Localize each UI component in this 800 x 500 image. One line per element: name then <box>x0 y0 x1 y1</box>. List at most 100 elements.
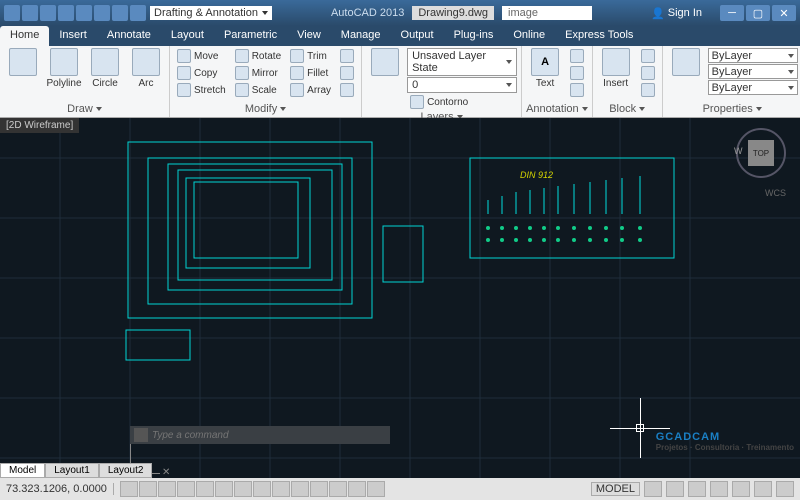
hardware-icon[interactable] <box>732 481 750 497</box>
viewcube-face[interactable]: TOP <box>748 140 774 166</box>
insert-button[interactable]: Insert <box>597 48 635 102</box>
modelspace-button[interactable]: MODEL <box>591 482 640 496</box>
chevron-down-icon[interactable] <box>639 107 645 111</box>
polyline-button[interactable]: Polyline <box>45 48 83 102</box>
array-icon <box>290 83 304 97</box>
chevron-down-icon <box>506 83 512 87</box>
isolate-icon[interactable] <box>754 481 772 497</box>
offset-icon <box>340 83 354 97</box>
lineweight-dropdown[interactable]: ByLayer <box>708 64 798 79</box>
model-viewport[interactable]: [2D Wireframe] DIN 912 T <box>0 118 800 478</box>
ortho-toggle[interactable] <box>158 481 176 497</box>
scale-button[interactable]: Scale <box>232 82 284 98</box>
tab-home[interactable]: Home <box>0 26 49 46</box>
lwt-toggle[interactable] <box>291 481 309 497</box>
tab-output[interactable]: Output <box>391 26 444 46</box>
minimize-button[interactable]: ─ <box>720 5 744 21</box>
erase-icon <box>340 49 354 63</box>
layer-dropdown[interactable]: 0 <box>407 77 517 93</box>
close-button[interactable]: ✕ <box>772 5 796 21</box>
tab-manage[interactable]: Manage <box>331 26 391 46</box>
sc-toggle[interactable] <box>348 481 366 497</box>
dyn-toggle[interactable] <box>272 481 290 497</box>
annovis-icon[interactable] <box>688 481 706 497</box>
am-toggle[interactable] <box>367 481 385 497</box>
attr-button[interactable] <box>638 82 658 98</box>
layer-state-dropdown[interactable]: Unsaved Layer State <box>407 48 517 76</box>
grid-toggle[interactable] <box>139 481 157 497</box>
circle-button[interactable]: Circle <box>86 48 124 102</box>
annoscale-icon[interactable] <box>666 481 684 497</box>
tab-layout2[interactable]: Layout2 <box>99 463 153 478</box>
panel-properties: ByLayer ByLayer ByLayer Properties <box>663 46 800 117</box>
tab-view[interactable]: View <box>287 26 331 46</box>
qp-toggle[interactable] <box>329 481 347 497</box>
tpy-toggle[interactable] <box>310 481 328 497</box>
visual-style-label[interactable]: [2D Wireframe] <box>0 118 79 133</box>
chevron-down-icon[interactable] <box>280 107 286 111</box>
osnap-toggle[interactable] <box>196 481 214 497</box>
otrack-toggle[interactable] <box>234 481 252 497</box>
workspace-label: Drafting & Annotation <box>154 7 258 19</box>
array-button[interactable]: Array <box>287 82 334 98</box>
tab-layout[interactable]: Layout <box>161 26 214 46</box>
tab-expresstools[interactable]: Express Tools <box>555 26 643 46</box>
edit-block-button[interactable] <box>638 65 658 81</box>
new-icon[interactable] <box>22 5 38 21</box>
offset-button[interactable] <box>337 82 357 98</box>
dim-linear-button[interactable] <box>567 48 587 64</box>
layer-contorno[interactable]: Contorno <box>407 94 517 110</box>
trim-button[interactable]: Trim <box>287 48 334 64</box>
tab-model[interactable]: Model <box>0 463 45 478</box>
redo-icon[interactable] <box>130 5 146 21</box>
saveas-icon[interactable] <box>76 5 92 21</box>
chevron-down-icon[interactable] <box>96 107 102 111</box>
workspace-icon[interactable] <box>710 481 728 497</box>
arc-button[interactable]: Arc <box>127 48 165 102</box>
table-button[interactable] <box>567 82 587 98</box>
tab-layout1[interactable]: Layout1 <box>45 463 99 478</box>
tab-online[interactable]: Online <box>503 26 555 46</box>
fillet-button[interactable]: Fillet <box>287 65 334 81</box>
erase-button[interactable] <box>337 48 357 64</box>
explode-button[interactable] <box>337 65 357 81</box>
text-button[interactable]: AText <box>526 48 564 102</box>
osnap3d-toggle[interactable] <box>215 481 233 497</box>
match-button[interactable] <box>667 48 705 102</box>
layerprops-button[interactable] <box>366 48 404 110</box>
linetype-dropdown[interactable]: ByLayer <box>708 80 798 95</box>
quickview-icon[interactable] <box>644 481 662 497</box>
signin-button[interactable]: 👤 Sign In <box>651 7 702 20</box>
rotate-button[interactable]: Rotate <box>232 48 284 64</box>
leader-button[interactable] <box>567 65 587 81</box>
plot-icon[interactable] <box>94 5 110 21</box>
create-block-button[interactable] <box>638 48 658 64</box>
viewcube[interactable]: TOP W <box>736 128 786 178</box>
tab-annotate[interactable]: Annotate <box>97 26 161 46</box>
polar-toggle[interactable] <box>177 481 195 497</box>
tab-parametric[interactable]: Parametric <box>214 26 287 46</box>
maximize-button[interactable]: ▢ <box>746 5 770 21</box>
chevron-down-icon[interactable] <box>756 107 762 111</box>
snap-toggle[interactable] <box>120 481 138 497</box>
ducs-toggle[interactable] <box>253 481 271 497</box>
wcs-label[interactable]: WCS <box>765 188 786 198</box>
infocenter-search[interactable]: image <box>502 6 592 20</box>
mirror-button[interactable]: Mirror <box>232 65 284 81</box>
color-dropdown[interactable]: ByLayer <box>708 48 798 63</box>
stretch-button[interactable]: Stretch <box>174 82 229 98</box>
command-input[interactable] <box>152 430 386 441</box>
line-button[interactable] <box>4 48 42 102</box>
move-button[interactable]: Move <box>174 48 229 64</box>
tab-plugins[interactable]: Plug-ins <box>444 26 504 46</box>
undo-icon[interactable] <box>112 5 128 21</box>
chevron-down-icon[interactable] <box>582 107 588 111</box>
save-icon[interactable] <box>58 5 74 21</box>
cleanscreen-icon[interactable] <box>776 481 794 497</box>
app-menu-icon[interactable] <box>4 5 20 21</box>
copy-button[interactable]: Copy <box>174 65 229 81</box>
command-line[interactable] <box>130 426 390 444</box>
open-icon[interactable] <box>40 5 56 21</box>
tab-insert[interactable]: Insert <box>49 26 97 46</box>
workspace-dropdown[interactable]: Drafting & Annotation <box>150 6 272 20</box>
